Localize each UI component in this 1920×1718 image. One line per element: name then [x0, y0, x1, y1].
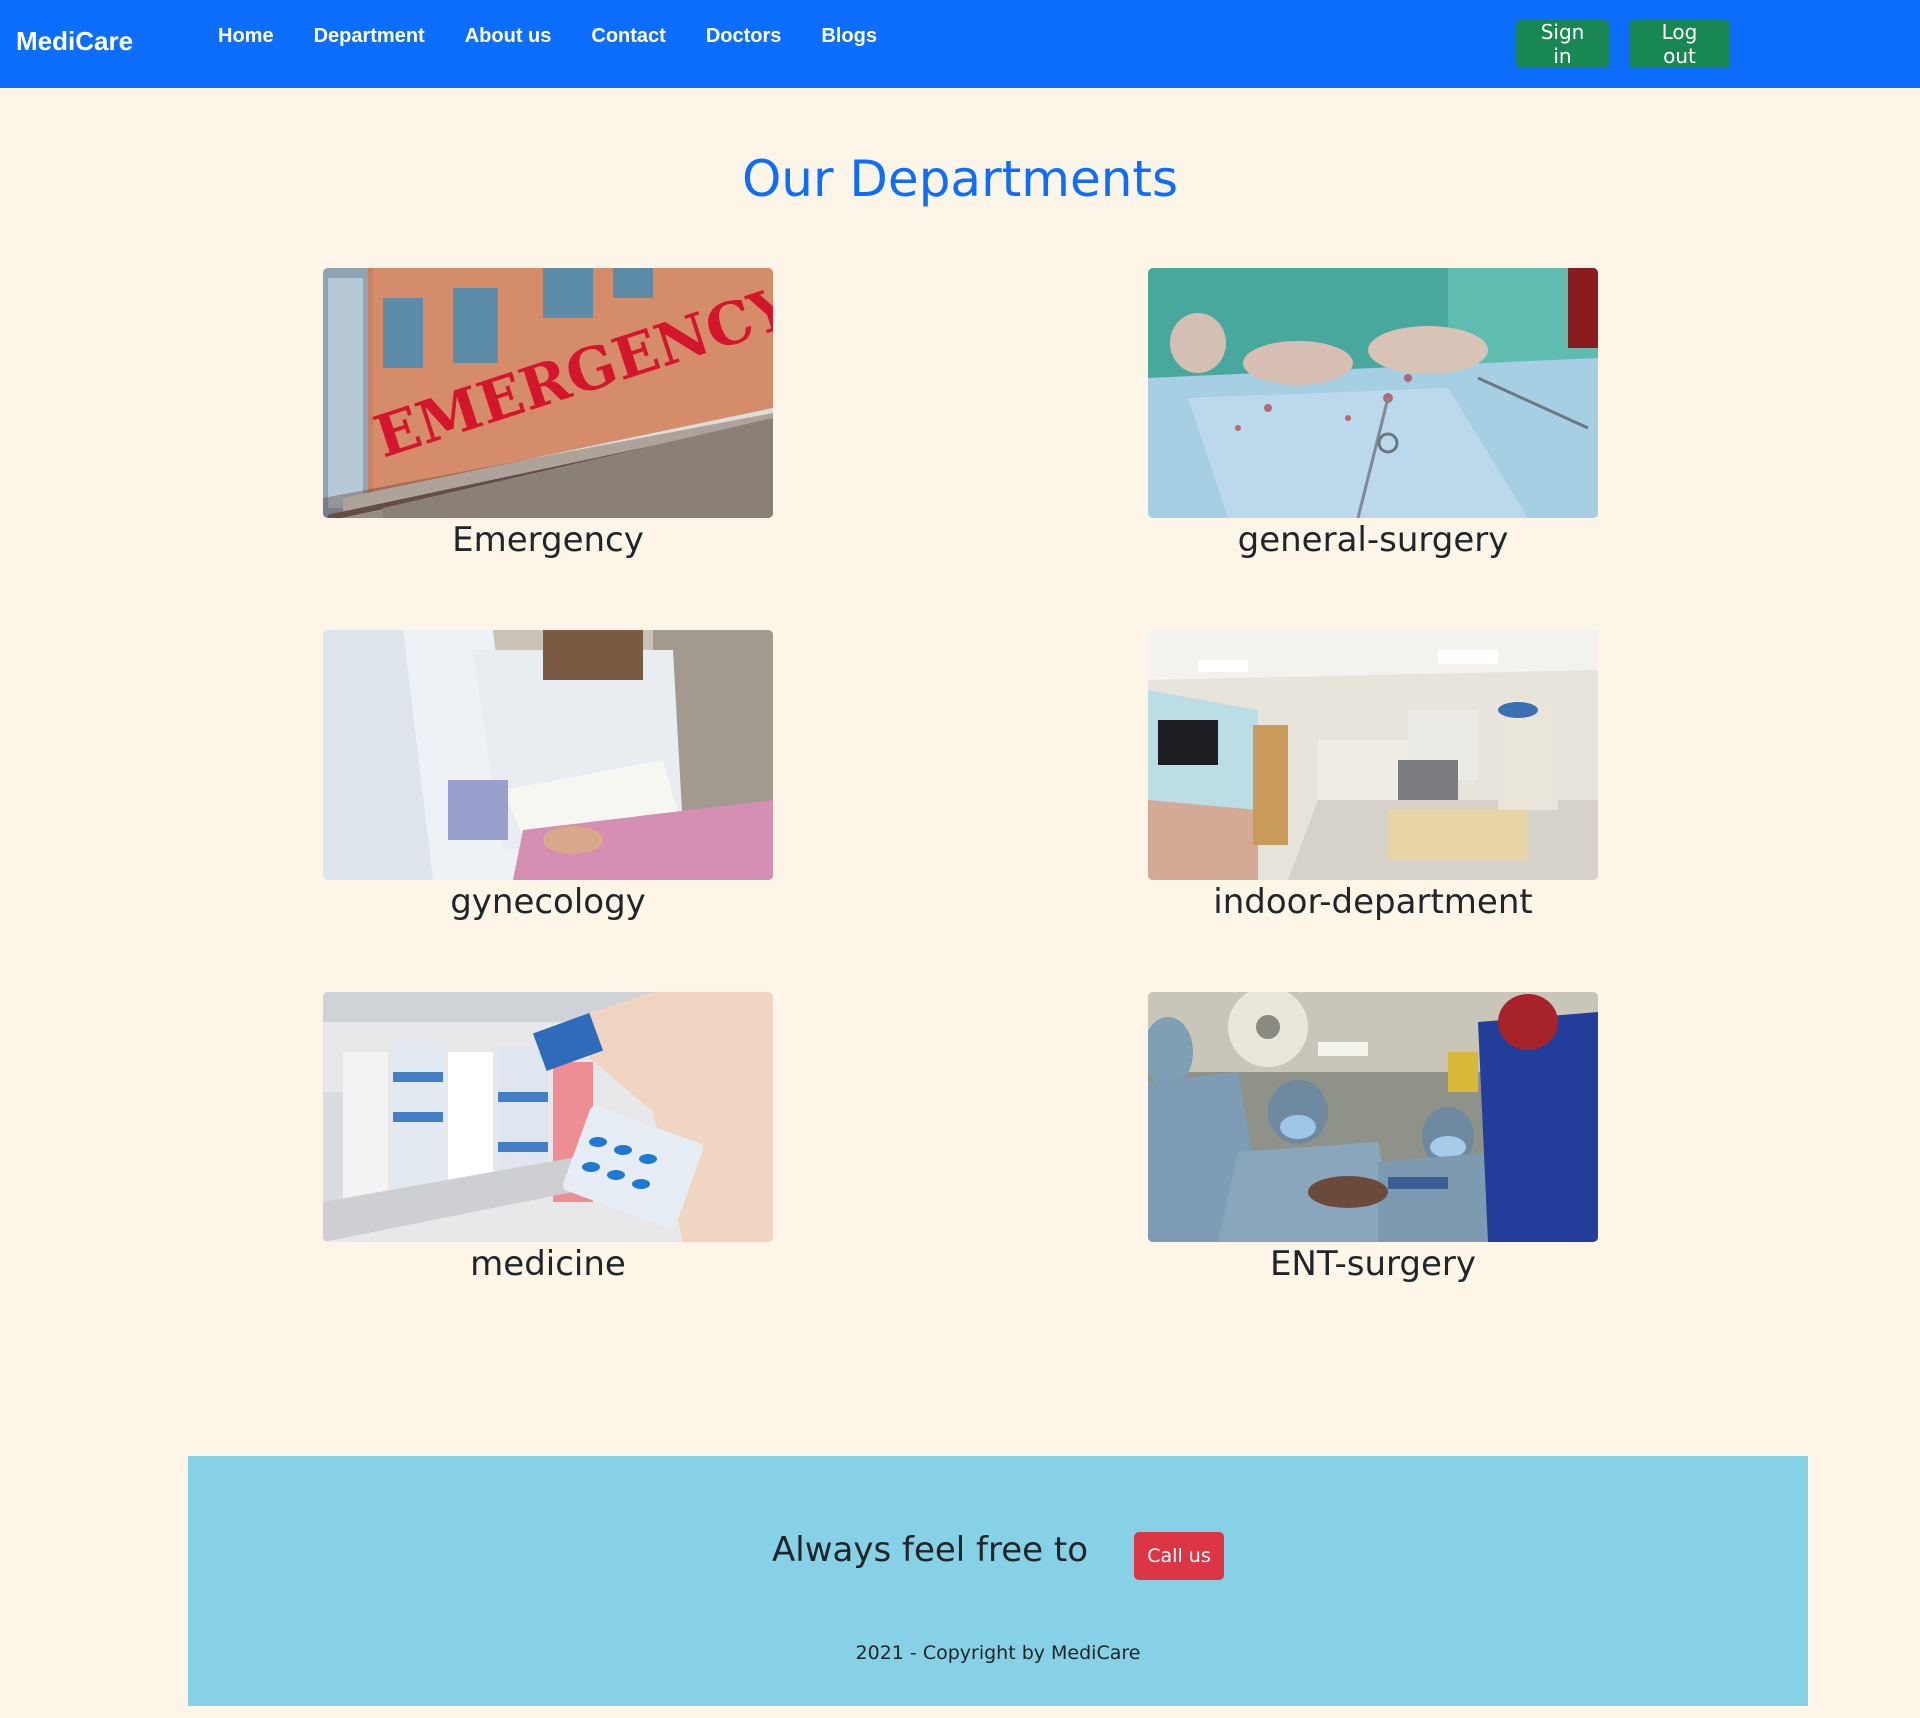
department-name: gynecology — [450, 882, 646, 922]
department-name: medicine — [470, 1244, 626, 1284]
nav-link-doctors[interactable]: Doctors — [686, 22, 802, 50]
department-card-medicine[interactable]: medicine — [323, 992, 773, 1284]
department-name: indoor-department — [1213, 882, 1533, 922]
ward-photo — [1148, 630, 1598, 880]
department-card-general-surgery[interactable]: general-surgery — [1148, 268, 1598, 560]
brand-logo[interactable]: MediCare — [16, 26, 133, 57]
surgery-photo — [1148, 268, 1598, 518]
nav-link-department[interactable]: Department — [294, 22, 445, 50]
department-card-emergency[interactable]: EMERGENCY Emergency — [323, 268, 773, 560]
navbar: MediCare Home Department About us Contac… — [0, 0, 1920, 88]
nav-links: Home Department About us Contact Doctors… — [218, 22, 897, 50]
nav-link-contact[interactable]: Contact — [571, 22, 685, 50]
sign-in-button[interactable]: Sign in — [1516, 20, 1609, 68]
call-us-button[interactable]: Call us — [1134, 1532, 1224, 1580]
department-name: ENT-surgery — [1269, 1244, 1477, 1284]
department-card-ent-surgery[interactable]: ENT-surgery — [1148, 992, 1598, 1284]
operating-room-photo — [1148, 992, 1598, 1242]
department-card-gynecology[interactable]: gynecology — [323, 630, 773, 922]
pharmacy-photo — [323, 992, 773, 1242]
nav-link-about-us[interactable]: About us — [445, 22, 572, 50]
gynecology-photo — [323, 630, 773, 880]
log-out-button[interactable]: Log out — [1629, 20, 1730, 68]
emergency-photo: EMERGENCY — [323, 268, 773, 518]
department-name: general-surgery — [1237, 520, 1509, 560]
department-card-indoor-department[interactable]: indoor-department — [1148, 630, 1598, 922]
department-name: Emergency — [452, 520, 644, 560]
nav-link-blogs[interactable]: Blogs — [801, 22, 897, 50]
footer-tagline: Always feel free to — [772, 1530, 1089, 1570]
footer: Always feel free to Call us 2021 - Copyr… — [188, 1456, 1808, 1706]
copyright-text: 2021 - Copyright by MediCare — [855, 1642, 1141, 1664]
nav-link-home[interactable]: Home — [218, 22, 294, 50]
page-title: Our Departments — [741, 150, 1179, 208]
